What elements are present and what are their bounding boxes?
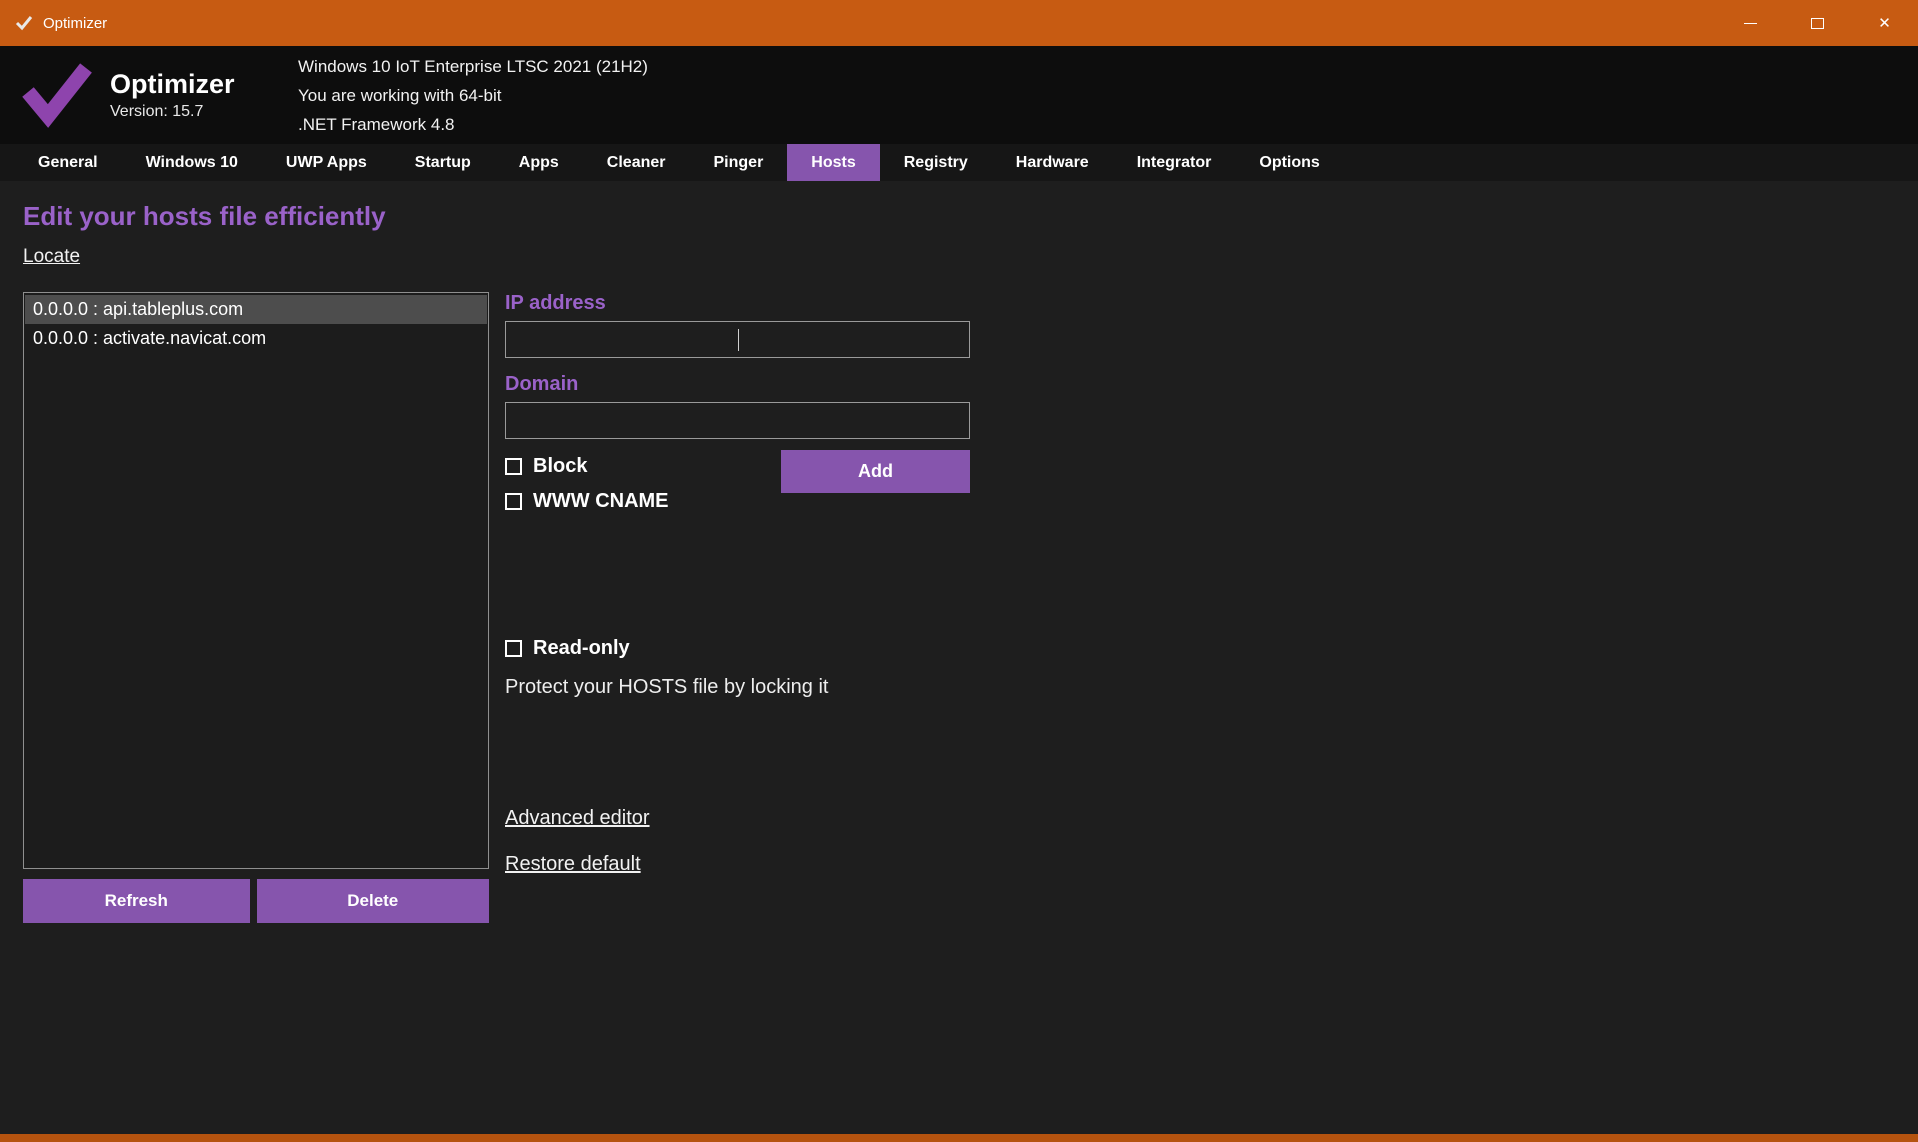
tab-uwp-apps[interactable]: UWP Apps	[262, 144, 391, 181]
restore-default-link[interactable]: Restore default	[505, 853, 641, 876]
tab-integrator[interactable]: Integrator	[1113, 144, 1236, 181]
window-title: Optimizer	[43, 14, 108, 32]
tab-hardware[interactable]: Hardware	[992, 144, 1113, 181]
maximize-button[interactable]	[1784, 0, 1851, 46]
hosts-listbox[interactable]: 0.0.0.0 : api.tableplus.com 0.0.0.0 : ac…	[23, 292, 489, 869]
add-button[interactable]: Add	[781, 450, 970, 493]
add-row: Block WWW CNAME Add	[505, 450, 970, 551]
advanced-editor-link[interactable]: Advanced editor	[505, 807, 650, 830]
tab-hosts[interactable]: Hosts	[787, 144, 880, 181]
system-info-os: Windows 10 IoT Enterprise LTSC 2021 (21H…	[298, 56, 648, 76]
system-info-dotnet: .NET Framework 4.8	[298, 114, 455, 134]
optimizer-logo-check-icon	[20, 62, 94, 128]
main-columns: 0.0.0.0 : api.tableplus.com 0.0.0.0 : ac…	[23, 292, 1918, 923]
readonly-section: Read-only Protect your HOSTS file by loc…	[505, 637, 970, 699]
readonly-checkbox-label: Read-only	[533, 637, 630, 659]
window-controls: ✕	[1717, 0, 1918, 46]
tab-cleaner[interactable]: Cleaner	[583, 144, 690, 181]
delete-button[interactable]: Delete	[256, 879, 489, 923]
ip-address-label: IP address	[505, 292, 606, 314]
tab-startup[interactable]: Startup	[391, 144, 495, 181]
tab-apps[interactable]: Apps	[495, 144, 583, 181]
page-title: Edit your hosts file efficiently	[23, 201, 386, 231]
app-version: Version: 15.7	[110, 103, 204, 120]
domain-label: Domain	[505, 373, 579, 395]
hosts-form-column: IP address Domain Block WWW CNAME Add Re…	[505, 292, 970, 923]
app-name: Optimizer	[110, 69, 235, 99]
readonly-hint: Protect your HOSTS file by locking it	[505, 676, 829, 698]
domain-input[interactable]	[505, 402, 970, 439]
checkbox-box-icon	[505, 493, 522, 510]
app-window: Optimizer ✕ Optimizer Version: 15.7 Wind…	[0, 0, 1918, 1142]
close-icon: ✕	[1878, 15, 1891, 32]
tabbar: General Windows 10 UWP Apps Startup Apps…	[0, 144, 1918, 181]
hosts-page: Edit your hosts file efficiently Locate …	[0, 181, 1918, 1142]
system-info-arch: You are working with 64-bit	[298, 85, 502, 105]
titlebar[interactable]: Optimizer ✕	[0, 0, 1918, 46]
domain-input-wrap	[505, 402, 970, 439]
locate-link[interactable]: Locate	[23, 246, 80, 268]
window-bottom-border	[0, 1134, 1918, 1142]
tab-options[interactable]: Options	[1235, 144, 1343, 181]
maximize-icon	[1811, 17, 1824, 29]
hosts-list-column: 0.0.0.0 : api.tableplus.com 0.0.0.0 : ac…	[23, 292, 489, 923]
tab-general[interactable]: General	[14, 144, 122, 181]
list-buttons: Refresh Delete	[23, 879, 489, 923]
refresh-button[interactable]: Refresh	[23, 879, 250, 923]
system-info: Windows 10 IoT Enterprise LTSC 2021 (21H…	[298, 52, 648, 139]
list-item[interactable]: 0.0.0.0 : activate.navicat.com	[25, 324, 487, 353]
ip-address-input-wrap	[505, 321, 970, 358]
tab-registry[interactable]: Registry	[880, 144, 992, 181]
app-check-icon	[14, 13, 34, 33]
checkbox-box-icon	[505, 640, 522, 657]
brand-block: Optimizer Version: 15.7	[110, 69, 260, 121]
checkbox-box-icon	[505, 458, 522, 475]
text-caret	[737, 329, 739, 351]
app-header: Optimizer Version: 15.7 Windows 10 IoT E…	[0, 46, 1918, 144]
close-button[interactable]: ✕	[1851, 0, 1918, 46]
readonly-checkbox[interactable]: Read-only	[505, 637, 970, 660]
www-cname-checkbox[interactable]: WWW CNAME	[505, 490, 970, 513]
list-item[interactable]: 0.0.0.0 : api.tableplus.com	[25, 295, 487, 324]
minimize-icon	[1744, 22, 1757, 24]
tab-pinger[interactable]: Pinger	[690, 144, 788, 181]
links-section: Advanced editor Restore default	[505, 807, 970, 876]
minimize-button[interactable]	[1717, 0, 1784, 46]
www-cname-checkbox-label: WWW CNAME	[533, 490, 669, 512]
tab-windows-10[interactable]: Windows 10	[122, 144, 262, 181]
block-checkbox-label: Block	[533, 455, 588, 477]
